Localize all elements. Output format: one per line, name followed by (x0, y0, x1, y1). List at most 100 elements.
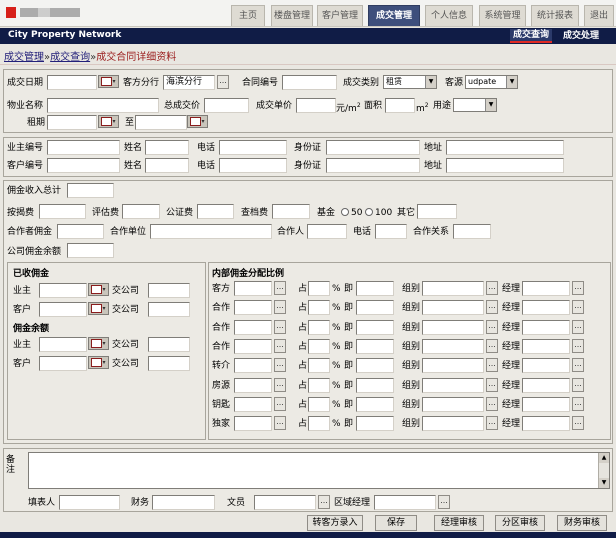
dist-person-input[interactable] (234, 281, 272, 296)
partner-phone-input[interactable] (375, 224, 407, 239)
dist-amount-input[interactable] (356, 338, 394, 354)
scroll-down-icon[interactable]: ▼ (599, 478, 609, 488)
dist-person-input[interactable] (234, 396, 272, 412)
dist-person-input[interactable] (234, 300, 272, 316)
balance-client-paid-input[interactable] (148, 356, 190, 371)
deal-type-select[interactable]: 租赁 ▼ (383, 75, 437, 89)
transfer-client-entry-button[interactable]: 转客方录入 (307, 515, 363, 531)
received-owner-paid-input[interactable] (148, 283, 190, 298)
dist-manager-picker-button[interactable]: ... (572, 338, 584, 353)
finance-input[interactable] (152, 495, 215, 510)
dist-manager-input[interactable] (522, 319, 570, 335)
client-address-input[interactable] (446, 158, 564, 173)
dist-manager-input[interactable] (522, 377, 570, 393)
calendar-icon[interactable]: ▾ (98, 115, 119, 128)
dist-percent-input[interactable] (308, 300, 330, 316)
tab-4[interactable]: 个人信息 (425, 5, 473, 26)
dist-group-picker-button[interactable]: ... (486, 358, 498, 373)
dist-percent-input[interactable] (308, 358, 330, 374)
dist-manager-picker-button[interactable]: ... (572, 281, 584, 295)
tab-2[interactable]: 客户管理 (317, 5, 363, 26)
owner-address-input[interactable] (446, 140, 564, 155)
client-no-input[interactable] (47, 158, 120, 173)
dist-amount-input[interactable] (356, 319, 394, 335)
company-balance-input[interactable] (67, 243, 114, 258)
fund-50-radio[interactable] (341, 208, 349, 216)
calendar-icon[interactable]: ▾ (187, 115, 208, 128)
dist-percent-input[interactable] (308, 338, 330, 354)
dist-group-picker-button[interactable]: ... (486, 377, 498, 392)
notary-fee-input[interactable] (197, 204, 234, 219)
contract-no-input[interactable] (282, 75, 337, 90)
remark-textarea[interactable]: ▲ ▼ (28, 452, 610, 489)
dist-amount-input[interactable] (356, 358, 394, 374)
dist-amount-input[interactable] (356, 416, 394, 432)
partner-relation-input[interactable] (453, 224, 491, 239)
unit-price-input[interactable] (296, 98, 336, 113)
scroll-up-icon[interactable]: ▲ (599, 453, 609, 463)
dist-group-picker-button[interactable]: ... (486, 416, 498, 431)
mortgage-fee-input[interactable] (39, 204, 86, 219)
dist-amount-input[interactable] (356, 281, 394, 296)
calendar-icon[interactable]: ▾ (88, 356, 109, 369)
dist-manager-input[interactable] (522, 338, 570, 354)
dist-group-input[interactable] (422, 396, 484, 412)
branch-input[interactable]: 海滨分行 (163, 75, 215, 90)
dist-percent-input[interactable] (308, 396, 330, 412)
district-review-button[interactable]: 分区审核 (495, 515, 545, 531)
dist-manager-input[interactable] (522, 396, 570, 412)
dist-manager-picker-button[interactable]: ... (572, 300, 584, 315)
eval-fee-input[interactable] (122, 204, 160, 219)
dist-manager-input[interactable] (522, 300, 570, 316)
dist-manager-picker-button[interactable]: ... (572, 319, 584, 334)
area-manager-input[interactable] (374, 495, 436, 510)
source-select[interactable]: udpate ▼ (465, 75, 518, 89)
total-income-input[interactable] (67, 183, 114, 198)
remark-scrollbar[interactable]: ▲ ▼ (598, 453, 609, 488)
subtab-deal-process[interactable]: 成交处理 (560, 29, 602, 43)
usage-select[interactable]: ▼ (453, 98, 497, 112)
dist-group-picker-button[interactable]: ... (486, 300, 498, 315)
dist-group-input[interactable] (422, 300, 484, 316)
dist-person-picker-button[interactable]: ... (274, 281, 286, 295)
dist-person-picker-button[interactable]: ... (274, 319, 286, 334)
partner-comm-input[interactable] (57, 224, 104, 239)
dist-group-input[interactable] (422, 281, 484, 296)
dist-manager-picker-button[interactable]: ... (572, 358, 584, 373)
subtab-deal-query[interactable]: 成交查询 (510, 29, 553, 43)
calendar-icon[interactable]: ▾ (88, 283, 109, 296)
dist-person-input[interactable] (234, 319, 272, 335)
clerk-picker-button[interactable]: ... (318, 495, 330, 509)
archive-fee-input[interactable] (272, 204, 310, 219)
dist-amount-input[interactable] (356, 300, 394, 316)
dist-manager-picker-button[interactable]: ... (572, 377, 584, 392)
owner-no-input[interactable] (47, 140, 120, 155)
property-name-input[interactable] (47, 98, 159, 113)
lease-start-input[interactable] (47, 115, 97, 130)
dist-person-input[interactable] (234, 377, 272, 393)
dist-group-picker-button[interactable]: ... (486, 396, 498, 411)
dist-manager-input[interactable] (522, 358, 570, 374)
dist-percent-input[interactable] (308, 319, 330, 335)
dist-group-input[interactable] (422, 416, 484, 432)
tab-0[interactable]: 主页 (231, 5, 265, 26)
fund-100-radio[interactable] (365, 208, 373, 216)
breadcrumb-deal-management[interactable]: 成交管理 (4, 52, 44, 63)
dist-group-input[interactable] (422, 319, 484, 335)
balance-owner-input[interactable] (39, 337, 87, 352)
tab-1[interactable]: 楼盘管理 (271, 5, 313, 26)
client-name-input[interactable] (145, 158, 189, 173)
dist-person-input[interactable] (234, 338, 272, 354)
partner-unit-input[interactable] (150, 224, 272, 239)
dist-person-input[interactable] (234, 358, 272, 374)
dist-percent-input[interactable] (308, 377, 330, 393)
dist-group-input[interactable] (422, 358, 484, 374)
tab-5[interactable]: 系统管理 (479, 5, 526, 26)
client-id-input[interactable] (326, 158, 420, 173)
tab-3[interactable]: 成交管理 (368, 5, 420, 26)
dist-person-picker-button[interactable]: ... (274, 377, 286, 392)
dist-manager-picker-button[interactable]: ... (572, 396, 584, 411)
calendar-icon[interactable]: ▾ (88, 302, 109, 315)
dist-person-picker-button[interactable]: ... (274, 338, 286, 353)
tab-6[interactable]: 统计报表 (531, 5, 579, 26)
